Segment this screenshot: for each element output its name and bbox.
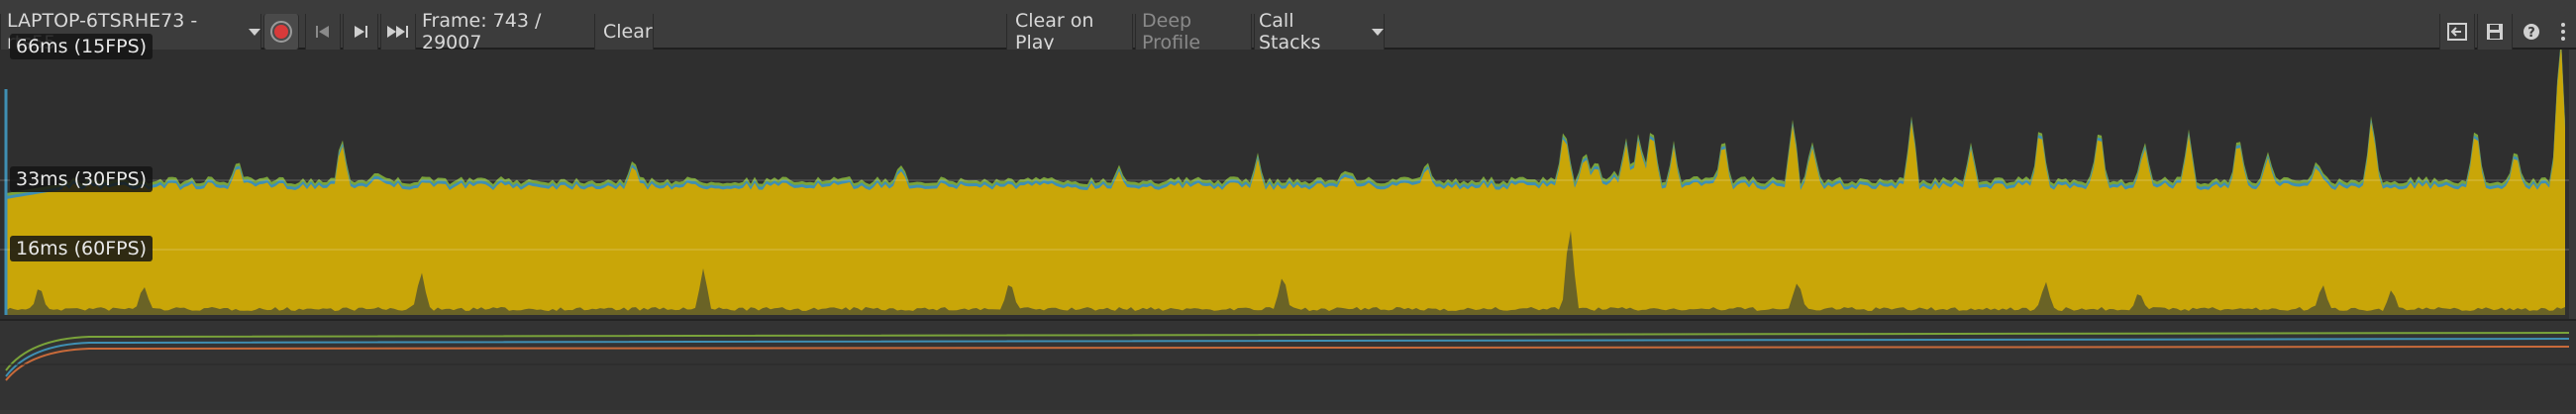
- load-icon: [2447, 23, 2467, 41]
- graph-scrollbar[interactable]: [2569, 50, 2576, 319]
- dropdown-arrow-icon: [1371, 29, 1384, 36]
- clear-button[interactable]: Clear: [594, 14, 654, 50]
- save-button[interactable]: [2477, 14, 2513, 50]
- deep-profile-toggle[interactable]: Deep Profile: [1135, 10, 1252, 53]
- cpu-usage-graph[interactable]: 66ms (15FPS) 33ms (30FPS) 16ms (60FPS): [0, 34, 2576, 319]
- secondary-module-graph[interactable]: [0, 319, 2576, 410]
- help-button[interactable]: ?: [2517, 14, 2546, 50]
- profiler-toolbar: LAPTOP-6TSRHE73 - rts55 Frame: 743 / 290…: [0, 0, 2576, 53]
- frame-time-chart: [0, 50, 2576, 319]
- next-frame-button[interactable]: [343, 14, 378, 50]
- more-options-button[interactable]: [2550, 14, 2576, 50]
- fps-label-60: 16ms (60FPS): [10, 236, 154, 261]
- secondary-lines-chart: [0, 332, 2576, 381]
- step-forward-icon: [355, 26, 367, 38]
- first-frame-button[interactable]: [305, 14, 341, 50]
- help-icon: ?: [2524, 24, 2539, 41]
- save-icon: [2487, 24, 2503, 40]
- call-stacks-dropdown[interactable]: Call Stacks: [1254, 10, 1385, 53]
- load-button[interactable]: [2439, 14, 2475, 50]
- fps-label-15: 66ms (15FPS): [10, 34, 154, 59]
- fps-label-30: 33ms (30FPS): [10, 166, 154, 192]
- clear-on-play-toggle[interactable]: Clear on Play: [1006, 10, 1133, 53]
- frame-counter: Frame: 743 / 29007: [422, 10, 542, 53]
- last-frame-button[interactable]: [380, 14, 416, 50]
- svg-text:?: ?: [2527, 26, 2535, 41]
- record-icon: [270, 21, 292, 43]
- last-frame-icon: [387, 26, 408, 38]
- more-icon: [2561, 23, 2565, 41]
- first-frame-icon: [316, 26, 329, 38]
- record-button[interactable]: [263, 14, 299, 50]
- call-stacks-label: Call Stacks: [1259, 10, 1321, 53]
- dropdown-arrow-icon: [248, 29, 260, 36]
